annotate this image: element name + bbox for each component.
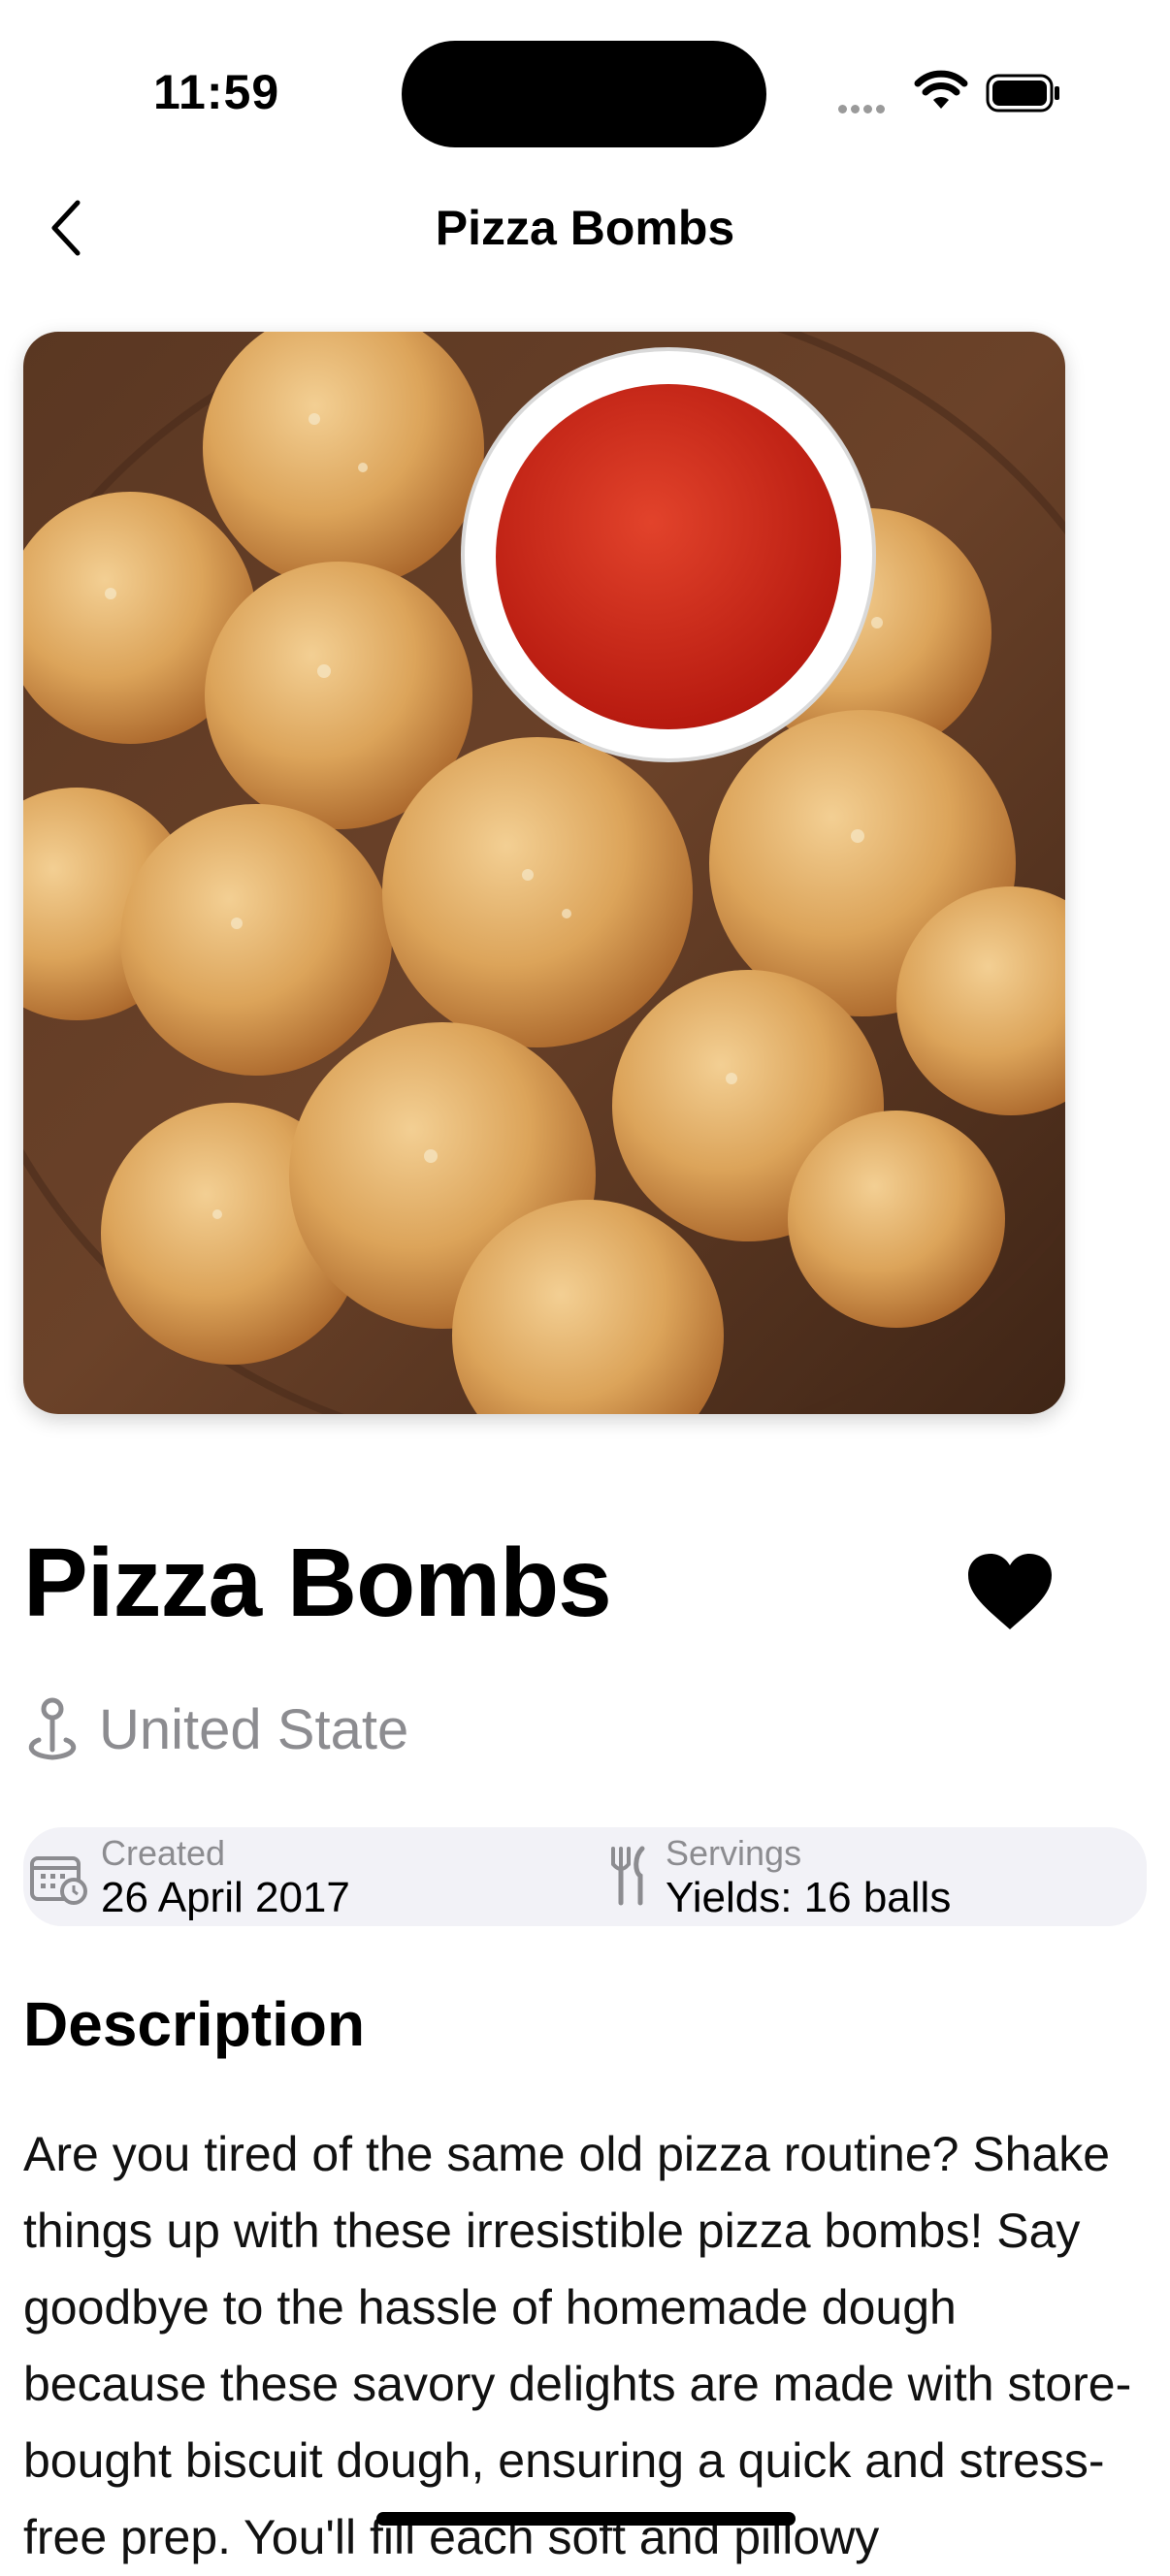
info-card: Created 26 April 2017 Servings Yields: 1… bbox=[23, 1827, 1147, 1926]
recipe-origin: United State bbox=[23, 1695, 408, 1763]
calendar-clock-icon bbox=[30, 1856, 87, 1905]
status-time: 11:59 bbox=[153, 65, 280, 119]
created-info: Created 26 April 2017 bbox=[23, 1827, 586, 1926]
cellular-signal-icon bbox=[838, 101, 889, 118]
created-value: 26 April 2017 bbox=[101, 1874, 350, 1921]
recipe-title: Pizza Bombs bbox=[23, 1529, 612, 1637]
heart-icon[interactable] bbox=[966, 1552, 1054, 1633]
description-heading: Description bbox=[23, 1989, 366, 2059]
battery-icon bbox=[986, 74, 1059, 113]
created-label: Created bbox=[101, 1833, 226, 1873]
home-indicator[interactable] bbox=[376, 2512, 796, 2526]
wifi-icon bbox=[914, 70, 968, 109]
origin-label: United State bbox=[99, 1697, 409, 1761]
map-pin-icon bbox=[28, 1697, 77, 1760]
dynamic-island bbox=[402, 41, 766, 147]
servings-info: Servings Yields: 16 balls bbox=[586, 1827, 1147, 1926]
nav-title: Pizza Bombs bbox=[435, 201, 735, 255]
servings-value: Yields: 16 balls bbox=[666, 1874, 952, 1921]
recipe-image bbox=[23, 332, 1065, 1414]
fork-knife-icon bbox=[611, 1846, 645, 1906]
status-bar: 11:59 bbox=[0, 0, 1170, 184]
description-text: Are you tired of the same old pizza rout… bbox=[23, 2127, 1132, 2564]
servings-label: Servings bbox=[666, 1833, 802, 1873]
